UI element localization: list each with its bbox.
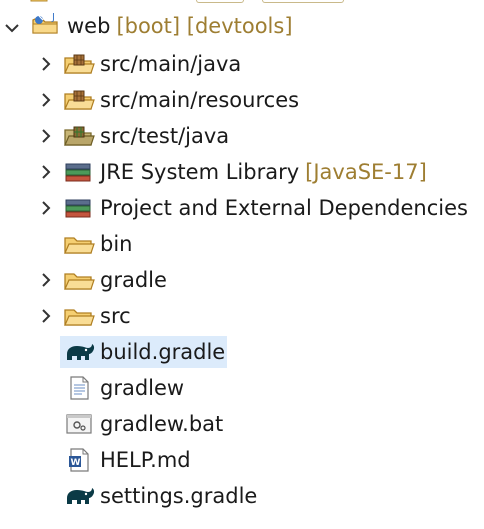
gradle-elephant-icon bbox=[67, 488, 95, 504]
tree-item-label: gradle bbox=[100, 268, 167, 292]
folder-icon bbox=[64, 273, 95, 290]
text-file-icon bbox=[70, 376, 89, 400]
tree-item-src-main-resources[interactable]: src/main/resources bbox=[0, 84, 484, 116]
tree-item-label: gradlew.bat bbox=[100, 412, 224, 436]
library-decoration: [JavaSE-17] bbox=[305, 160, 427, 184]
tree-item-settings-gradle[interactable]: settings.gradle bbox=[0, 480, 484, 512]
library-icon bbox=[65, 199, 91, 218]
tree-item-help-md[interactable]: W HELP.md bbox=[0, 444, 484, 476]
source-folder-icon bbox=[64, 90, 95, 110]
project-icon-partial bbox=[30, 0, 48, 2]
source-folder-icon bbox=[64, 54, 95, 74]
test-source-folder-icon bbox=[64, 126, 95, 146]
tree-item-jre-system-library[interactable]: JRE System Library [JavaSE-17] bbox=[0, 156, 484, 188]
tree-item-src-folder[interactable]: src bbox=[0, 300, 484, 332]
decoration-partial bbox=[262, 0, 344, 3]
chevron-right-icon[interactable] bbox=[38, 92, 54, 108]
tree-item-label: HELP.md bbox=[100, 448, 191, 472]
tree-item-bin[interactable]: bin bbox=[0, 228, 484, 260]
folder-icon bbox=[64, 237, 95, 254]
tree-item-label: JRE System Library [JavaSE-17] bbox=[100, 159, 427, 185]
tree-item-src-test-java[interactable]: src/test/java bbox=[0, 120, 484, 152]
tree-item-label: bin bbox=[100, 232, 133, 256]
decoration-partial bbox=[196, 0, 244, 3]
chevron-right-icon[interactable] bbox=[38, 200, 54, 216]
tree-root-web[interactable]: J web [boot] [devtools] bbox=[0, 10, 484, 42]
chevron-right-icon[interactable] bbox=[38, 272, 54, 288]
tree-item-project-dependencies[interactable]: Project and External Dependencies bbox=[0, 192, 484, 224]
tree-item-label: src/main/resources bbox=[100, 88, 300, 112]
scrolled-row-partial bbox=[0, 0, 484, 8]
library-name: JRE System Library bbox=[100, 160, 300, 184]
batch-file-icon bbox=[66, 414, 92, 434]
chevron-down-icon[interactable] bbox=[4, 20, 20, 36]
library-icon bbox=[65, 163, 91, 182]
tree-item-label: gradlew bbox=[100, 376, 185, 400]
tree-item-gradle-folder[interactable]: gradle bbox=[0, 264, 484, 296]
tree-item-build-gradle[interactable]: build.gradle bbox=[0, 336, 484, 368]
word-document-icon: W bbox=[69, 448, 89, 472]
tree-item-label: src/test/java bbox=[100, 124, 230, 148]
chevron-right-icon[interactable] bbox=[38, 56, 54, 72]
project-decoration: [boot] [devtools] bbox=[116, 14, 293, 38]
svg-text:W: W bbox=[71, 458, 81, 468]
chevron-right-icon[interactable] bbox=[38, 164, 54, 180]
chevron-right-icon[interactable] bbox=[38, 128, 54, 144]
tree-item-src-main-java[interactable]: src/main/java bbox=[0, 48, 484, 80]
tree-item-gradlew[interactable]: gradlew bbox=[0, 372, 484, 404]
project-name: web bbox=[67, 14, 111, 38]
tree-item-gradlew-bat[interactable]: gradlew.bat bbox=[0, 408, 484, 440]
folder-icon bbox=[64, 309, 95, 326]
tree-item-label: build.gradle bbox=[100, 340, 226, 364]
tree-root-label: web [boot] [devtools] bbox=[67, 13, 293, 39]
svg-text:J: J bbox=[51, 12, 55, 23]
tree-item-label: src/main/java bbox=[100, 52, 242, 76]
gradle-elephant-icon bbox=[67, 344, 95, 360]
tree-item-label: src bbox=[100, 304, 131, 328]
chevron-right-icon[interactable] bbox=[38, 308, 54, 324]
tree-item-label: Project and External Dependencies bbox=[100, 196, 468, 220]
tree-item-label: settings.gradle bbox=[100, 484, 258, 508]
java-project-icon: J bbox=[32, 12, 58, 34]
